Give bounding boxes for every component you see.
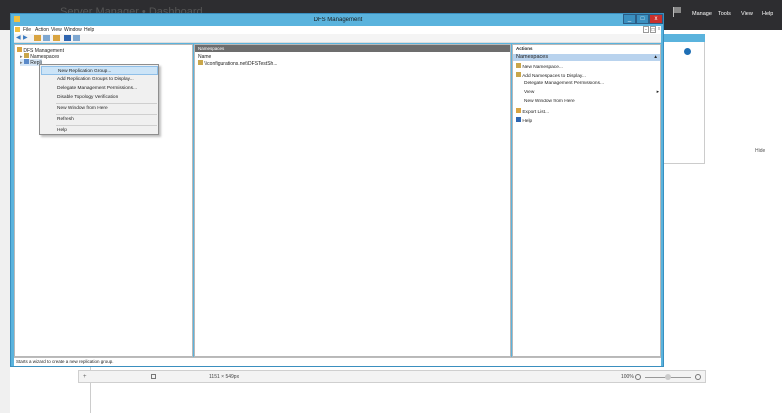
action-add-namespaces[interactable]: Add Namespaces to Display...	[516, 72, 586, 79]
properties-icon[interactable]	[73, 35, 80, 41]
action-label: Add Namespaces to Display...	[522, 74, 586, 79]
menu-bar: File Action View Window Help - □ x	[14, 26, 661, 34]
inner-minimize-button[interactable]: -	[643, 26, 649, 33]
add-namespaces-icon	[516, 72, 521, 77]
ctx-new-replication-group[interactable]: New Replication Group...	[41, 66, 158, 75]
ctx-help[interactable]: Help	[41, 126, 158, 135]
collapse-icon[interactable]: ▴	[654, 54, 657, 61]
action-new-namespace[interactable]: New Namespace...	[516, 63, 563, 70]
action-label: Export List...	[522, 110, 550, 115]
server-manager-nav	[0, 30, 10, 413]
center-header: Namespaces	[195, 45, 510, 52]
menu-view[interactable]: View	[741, 11, 753, 17]
menu-help-dfs[interactable]: Help	[84, 27, 94, 33]
window-title: DFS Management	[313, 17, 363, 23]
namespace-folder-icon	[198, 60, 203, 65]
action-label: View	[524, 90, 535, 95]
show-hide-tree-icon[interactable]	[43, 35, 50, 41]
export-icon[interactable]	[53, 35, 60, 41]
action-help[interactable]: Help	[516, 117, 532, 124]
bottom-status-strip: + 1151 × 549px 100%	[78, 370, 706, 383]
zoom-in-icon[interactable]	[695, 374, 701, 380]
zoom-slider-thumb[interactable]	[665, 374, 671, 380]
ctx-delegate-permissions[interactable]: Delegate Management Permissions...	[41, 84, 158, 93]
file-icon	[15, 27, 20, 32]
ctx-add-replication-groups[interactable]: Add Replication Groups to Display...	[41, 75, 158, 84]
menu-help[interactable]: Help	[762, 11, 773, 17]
minimize-button[interactable]: _	[623, 14, 636, 24]
background-panel	[663, 34, 705, 164]
menu-tools[interactable]: Tools	[718, 11, 731, 17]
image-dimensions: 1151 × 549px	[209, 374, 240, 380]
action-label: New Window from Here	[524, 99, 575, 104]
ctx-refresh[interactable]: Refresh	[41, 115, 158, 124]
help-icon[interactable]	[684, 48, 691, 55]
action-view[interactable]: View ▸	[516, 90, 659, 95]
menu-file[interactable]: File	[23, 27, 31, 33]
actions-section-namespaces[interactable]: Namespaces ▴	[513, 54, 660, 61]
replication-icon	[23, 59, 29, 64]
maximize-button[interactable]: □	[636, 14, 649, 24]
menu-window[interactable]: Window	[64, 27, 82, 33]
center-pane: Namespaces Name \\configurations.net\DFS…	[194, 44, 511, 357]
hide-link[interactable]: Hide	[755, 148, 765, 154]
action-label: New Namespace...	[522, 65, 563, 70]
zoom-out-icon[interactable]	[635, 374, 641, 380]
toolbar: ◀ ▶	[14, 34, 661, 43]
menu-action[interactable]: Action	[35, 27, 49, 33]
close-button[interactable]: x	[649, 14, 663, 24]
dfs-root-icon	[17, 47, 22, 52]
folder-up-icon[interactable]	[34, 35, 41, 41]
context-menu: New Replication Group... Add Replication…	[39, 64, 159, 135]
action-label: Help	[522, 119, 533, 124]
new-namespace-icon	[516, 63, 521, 68]
action-label: Delegate Management Permissions...	[524, 81, 604, 86]
actions-section-label: Namespaces	[516, 54, 549, 60]
crop-icon	[151, 374, 156, 379]
plus-icon[interactable]: +	[83, 374, 87, 380]
zoom-level: 100%	[621, 374, 634, 380]
action-new-window[interactable]: New Window from Here	[516, 99, 575, 104]
forward-icon[interactable]: ▶	[23, 35, 30, 41]
action-export-list[interactable]: Export List...	[516, 108, 549, 115]
back-icon[interactable]: ◀	[16, 35, 23, 41]
help-action-icon	[516, 117, 521, 122]
namespaces-icon	[23, 53, 29, 58]
inner-close-button[interactable]: x	[657, 26, 661, 33]
actions-pane: Actions Namespaces ▴ New Namespace... Ad…	[512, 44, 661, 357]
inner-restore-button[interactable]: □	[650, 26, 656, 33]
expand-icon[interactable]: ▸	[20, 60, 23, 66]
namespace-row-label: \\configurations.net\DFSTestSh...	[204, 61, 278, 67]
ctx-new-window[interactable]: New Window from Here	[41, 104, 158, 113]
notifications-flag-icon[interactable]	[673, 7, 682, 17]
status-bar: Starts a wizard to create a new replicat…	[14, 357, 661, 366]
export-list-icon	[516, 108, 521, 113]
actions-header: Actions	[513, 45, 660, 52]
action-delegate[interactable]: Delegate Management Permissions...	[516, 81, 604, 86]
namespace-row[interactable]: \\configurations.net\DFSTestSh...	[198, 60, 277, 67]
help-icon[interactable]	[64, 35, 71, 41]
menu-view-dfs[interactable]: View	[51, 27, 62, 33]
submenu-arrow-icon: ▸	[656, 90, 659, 95]
ctx-disable-topology[interactable]: Disable Topology Verification	[41, 93, 158, 102]
menu-manage[interactable]: Manage	[692, 11, 712, 17]
